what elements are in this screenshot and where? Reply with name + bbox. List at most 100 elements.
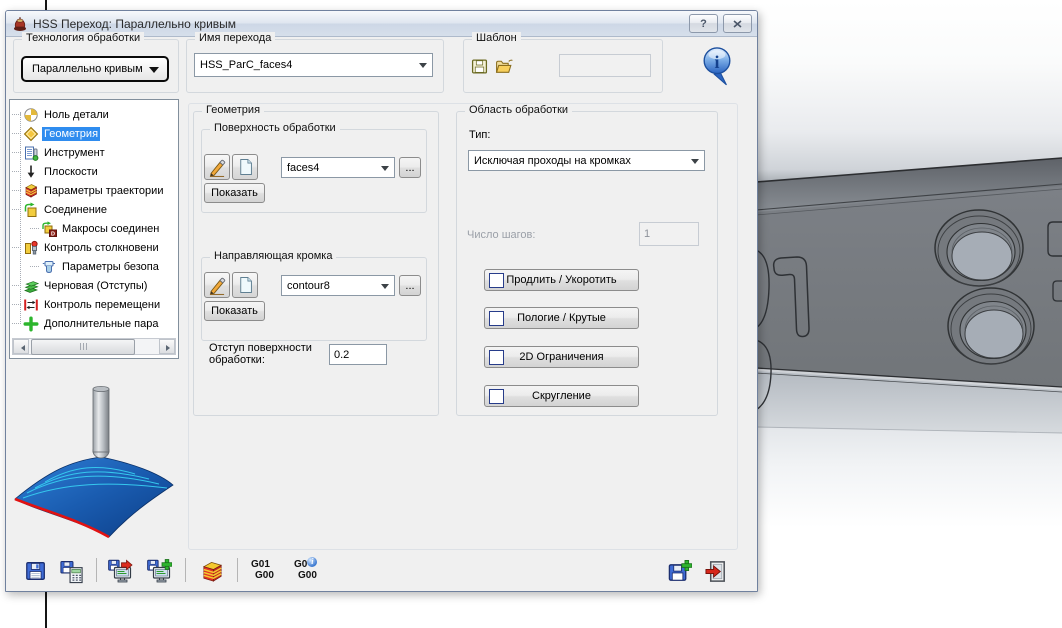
surface-new-button[interactable]: [232, 154, 258, 180]
link-macros-icon: D: [40, 220, 57, 237]
exit-button[interactable]: [703, 558, 729, 584]
new-document-icon: [239, 277, 252, 293]
tree-item-roughing[interactable]: Черновая (Отступы): [12, 276, 149, 295]
safety-icon: [40, 259, 57, 275]
surface-combo[interactable]: faces4: [281, 157, 395, 178]
tree-item-planes[interactable]: Плоскости: [12, 162, 100, 181]
hss-operation-dialog: HSS Переход: Параллельно кривым ? Технол…: [5, 10, 758, 592]
help-button[interactable]: ?: [689, 14, 718, 33]
roughing-icon: [22, 278, 39, 294]
save-copy-button[interactable]: [666, 558, 692, 584]
edge-value: contour8: [287, 279, 330, 292]
tree-item-link[interactable]: Соединение: [12, 200, 109, 219]
toolbar-separator: [237, 558, 238, 582]
operation-name-combo[interactable]: HSS_ParC_faces4: [194, 53, 433, 77]
gcode-info-button[interactable]: G0 i G00: [294, 557, 318, 581]
working-area-group-label: Область обработки: [465, 104, 573, 116]
scroll-left-button[interactable]: [13, 339, 29, 354]
svg-text:D: D: [51, 231, 55, 237]
motion-control-icon: [22, 297, 39, 313]
operation-tree: Ноль детали Геометрия Инструмент Плоскос…: [9, 99, 179, 359]
info-icon[interactable]: i: [701, 46, 733, 91]
template-open-icon[interactable]: [495, 58, 514, 78]
save-calculate-button[interactable]: [58, 558, 84, 584]
tree-item-part-zero[interactable]: Ноль детали: [12, 105, 111, 124]
layers-icon: [202, 561, 222, 582]
operation-preview-image: [9, 371, 179, 557]
type-combo[interactable]: Исключая проходы на кромках: [468, 150, 705, 171]
technology-select[interactable]: Параллельно кривым: [21, 56, 169, 82]
save-simulate-add-button[interactable]: [146, 558, 172, 584]
limits-2d-checkbox[interactable]: [489, 350, 504, 365]
tree-item-safety-params[interactable]: Параметры безопа: [30, 257, 161, 276]
tree-item-label: Инструмент: [44, 146, 105, 159]
tree-item-additional-params[interactable]: Дополнительные пара: [12, 314, 160, 333]
chevron-down-icon: [381, 165, 389, 175]
chevron-down-icon: [149, 67, 159, 78]
info-badge-icon: i: [307, 557, 318, 567]
edge-group-label: Направляющая кромка: [210, 250, 337, 262]
offset-input[interactable]: [329, 344, 387, 365]
geometry-icon: [22, 126, 39, 142]
machining-levels-button[interactable]: [199, 558, 225, 584]
tree-horizontal-scrollbar[interactable]: [12, 338, 176, 355]
save-simulate-button[interactable]: [107, 558, 133, 584]
edge-browse-button[interactable]: ...: [399, 275, 421, 296]
plus-icon: [22, 316, 39, 332]
tree-item-label: Параметры безопа: [62, 260, 159, 273]
surface-value: faces4: [287, 161, 320, 174]
scroll-right-button[interactable]: [159, 339, 175, 354]
shallow-steep-checkbox[interactable]: [489, 311, 504, 326]
collision-icon: [22, 240, 39, 256]
tree-item-label: Контроль перемещени: [44, 298, 161, 311]
tree-item-motion-control[interactable]: Контроль перемещени: [12, 295, 162, 314]
chevron-down-icon: [419, 63, 427, 72]
toolbar-separator: [96, 558, 97, 582]
tree-item-toolpath-params[interactable]: Параметры траектории: [12, 181, 165, 200]
surface-show-button[interactable]: Показать: [204, 183, 265, 203]
tree-item-label: Параметры траектории: [44, 184, 164, 197]
close-button[interactable]: [723, 14, 752, 33]
toolbar-separator: [185, 558, 186, 582]
tree-item-link-macros[interactable]: D Макросы соединен: [30, 219, 161, 238]
rounding-label: Скругление: [532, 390, 591, 402]
extend-trim-checkbox[interactable]: [489, 273, 504, 288]
scroll-thumb[interactable]: [31, 339, 135, 355]
toolpath-params-icon: [22, 183, 39, 199]
tree-item-label: Черновая (Отступы): [44, 279, 148, 292]
edge-show-button[interactable]: Показать: [204, 301, 265, 321]
gcode-line2: G00: [255, 570, 274, 581]
tree-item-tool[interactable]: Инструмент: [12, 143, 107, 162]
steps-label: Число шагов:: [467, 229, 536, 241]
tree-item-geometry[interactable]: Геометрия: [12, 124, 101, 143]
edge-edit-button[interactable]: [204, 272, 230, 298]
surface-edit-button[interactable]: [204, 154, 230, 180]
save-button[interactable]: [23, 558, 49, 584]
technology-value: Параллельно кривым: [32, 63, 143, 75]
rounding-button[interactable]: Скругление: [484, 385, 639, 407]
close-icon: [733, 19, 742, 28]
cad-viewport[interactable]: [756, 0, 1062, 628]
save-add-icon: [668, 559, 692, 581]
edge-group: Направляющая кромка: [201, 250, 427, 341]
rounding-checkbox[interactable]: [489, 389, 504, 404]
app-icon: [12, 16, 28, 32]
limits-2d-button[interactable]: 2D Ограничения: [484, 346, 639, 368]
scroll-track[interactable]: [29, 339, 159, 355]
surface-browse-button[interactable]: ...: [399, 157, 421, 178]
shallow-steep-button[interactable]: Пологие / Крутые: [484, 307, 639, 329]
tree-item-collision-control[interactable]: Контроль столкновени: [12, 238, 161, 257]
edge-combo[interactable]: contour8: [281, 275, 395, 296]
tree-item-label: Макросы соединен: [62, 222, 160, 235]
window-title: HSS Переход: Параллельно кривым: [33, 16, 237, 31]
gcode2-line1: G0: [294, 559, 308, 570]
gcode-button[interactable]: G01 G00: [251, 559, 274, 581]
edge-new-button[interactable]: [232, 272, 258, 298]
extend-trim-button[interactable]: Продлить / Укоротить: [484, 269, 639, 291]
template-group-label: Шаблон: [472, 32, 521, 44]
cad-part-model: [756, 157, 1062, 434]
template-save-icon[interactable]: [471, 58, 488, 78]
tree-item-label: Дополнительные пара: [44, 317, 159, 330]
operation-name-group-label: Имя перехода: [195, 32, 276, 44]
pencil-icon: [209, 277, 226, 295]
